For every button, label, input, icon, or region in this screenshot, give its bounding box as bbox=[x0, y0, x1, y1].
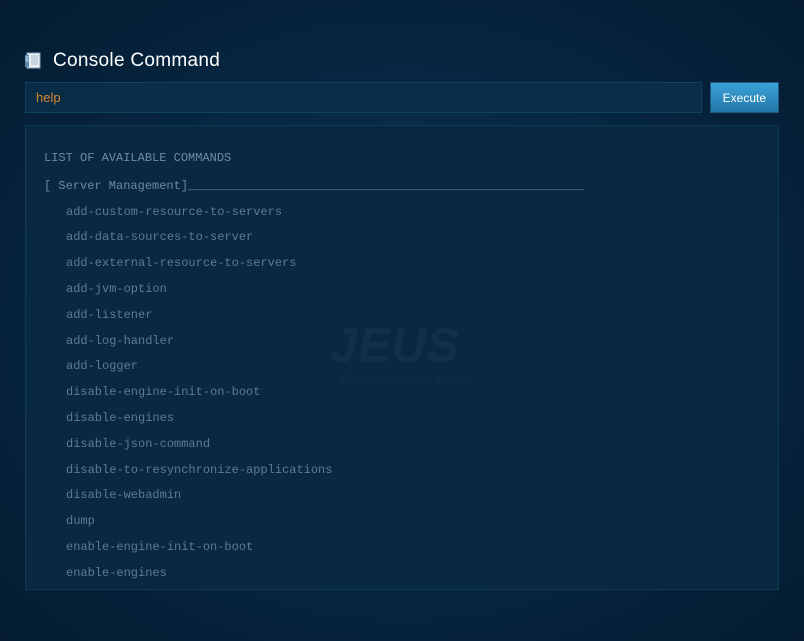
command-line: add-external-resource-to-servers bbox=[44, 251, 760, 277]
command-line: disable-json-command bbox=[44, 432, 760, 458]
page-title: Console Command bbox=[53, 50, 220, 72]
command-list-container: add-custom-resource-to-serversadd-data-s… bbox=[44, 200, 760, 587]
console-output[interactable]: JEUS Web Application Server LIST OF AVAI… bbox=[26, 126, 778, 589]
execute-button[interactable]: Execute bbox=[710, 82, 779, 113]
command-line: add-listener bbox=[44, 303, 760, 329]
command-line: add-custom-resource-to-servers bbox=[44, 200, 760, 226]
page-header: Console Command bbox=[25, 50, 779, 72]
command-line: add-log-handler bbox=[44, 329, 760, 355]
command-line: enable-engine-init-on-boot bbox=[44, 535, 760, 561]
command-line: enable-engines bbox=[44, 561, 760, 587]
output-wrapper: JEUS Web Application Server LIST OF AVAI… bbox=[25, 125, 779, 590]
command-line: add-data-sources-to-server bbox=[44, 225, 760, 251]
command-line: add-jvm-option bbox=[44, 277, 760, 303]
console-icon bbox=[25, 52, 45, 70]
output-title: LIST OF AVAILABLE COMMANDS bbox=[44, 146, 760, 172]
command-line: dump bbox=[44, 509, 760, 535]
output-section: [ Server Management]____________________… bbox=[44, 174, 760, 200]
command-line: disable-webadmin bbox=[44, 483, 760, 509]
command-line: add-logger bbox=[44, 354, 760, 380]
command-line: disable-engine-init-on-boot bbox=[44, 380, 760, 406]
command-line: disable-engines bbox=[44, 406, 760, 432]
command-input-row: Execute bbox=[25, 82, 779, 113]
command-line: disable-to-resynchronize-applications bbox=[44, 458, 760, 484]
command-input[interactable] bbox=[25, 82, 702, 113]
